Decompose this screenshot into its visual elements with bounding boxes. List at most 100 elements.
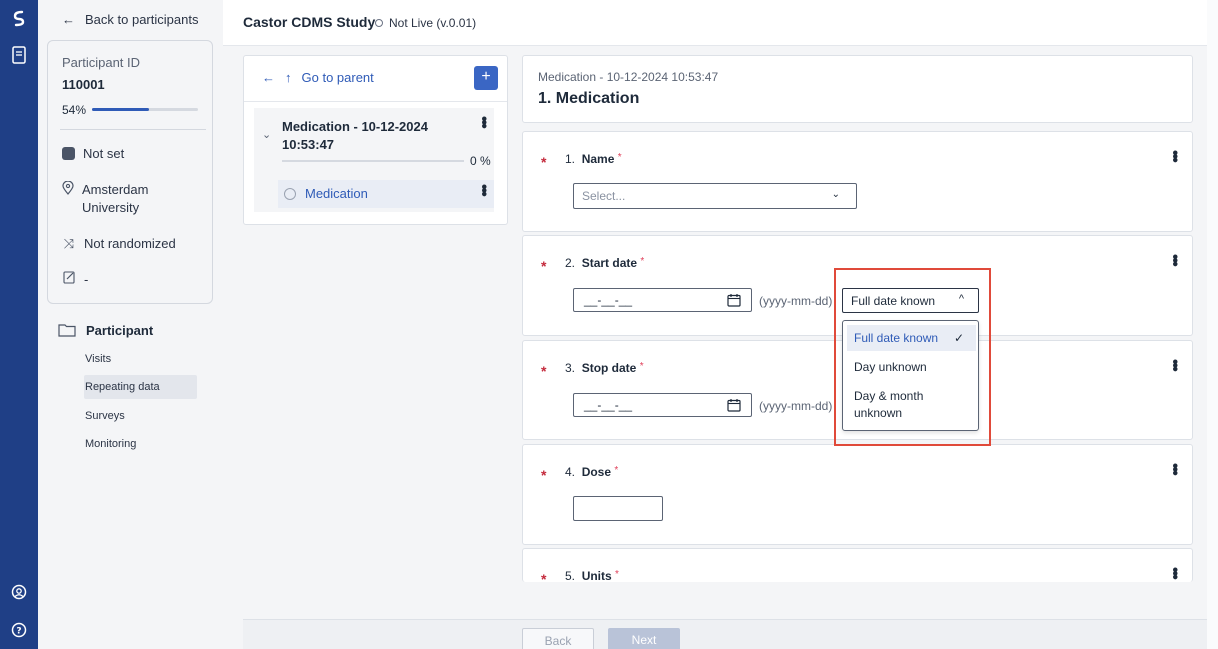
date-value: __-__-__: [584, 398, 633, 412]
more-options-icon[interactable]: •••: [474, 116, 492, 127]
participant-id-value: 110001: [62, 77, 105, 92]
participant-card: Participant ID 110001 54% Not set Amster…: [47, 40, 213, 304]
back-button[interactable]: Back: [522, 628, 594, 649]
castor-logo-icon[interactable]: [9, 8, 29, 28]
date-format-hint: (yyyy-mm-dd): [759, 399, 833, 413]
tree-node-title: Medication - 10-12-2024 10:53:47: [282, 119, 428, 152]
note-label: -: [84, 272, 89, 287]
scrollbar-track[interactable]: [1207, 0, 1218, 649]
site-label: Amsterdam University: [82, 182, 149, 215]
svg-text:?: ?: [16, 627, 21, 637]
dose-input[interactable]: [573, 496, 663, 521]
sidebar: ← Back to participants Participant ID 11…: [38, 0, 223, 649]
status-circle-icon: [284, 188, 296, 200]
tree-child-label: Medication: [305, 186, 368, 201]
more-options-icon[interactable]: •••: [1165, 150, 1183, 161]
study-status: Not Live (v.0.01): [375, 16, 476, 30]
status-row[interactable]: Not set: [62, 145, 124, 163]
field-label: 3. Stop date *: [565, 361, 644, 375]
tree-child-medication[interactable]: Medication •••: [278, 180, 494, 208]
edit-note-icon: [62, 271, 76, 289]
arrow-left-icon: ←: [62, 12, 75, 27]
repeating-data-tree: ← ↑ Go to parent + ⌄ Medication - 10-12-…: [243, 55, 508, 225]
folder-icon: [58, 323, 76, 340]
go-to-parent-link[interactable]: ← ↑ Go to parent: [262, 70, 374, 85]
field-number: 5.: [565, 569, 576, 582]
location-pin-icon: [62, 181, 74, 217]
required-asterisk-icon: *: [541, 467, 547, 483]
scroll-cutoff: [522, 582, 1193, 619]
field-title: Dose: [581, 465, 612, 479]
progress-bar-fill: [92, 108, 150, 111]
nav-item-surveys[interactable]: Surveys: [84, 404, 197, 428]
status-dot-icon: [375, 19, 383, 27]
app-rail: ?: [0, 0, 38, 649]
arrow-up-icon: ↑: [285, 70, 292, 85]
field-label: 1. Name *: [565, 152, 622, 166]
participant-nav-heading[interactable]: Participant: [58, 323, 153, 340]
shuffle-icon: ⤨: [63, 236, 75, 251]
chevron-down-icon[interactable]: ⌄: [262, 128, 271, 141]
field-number: 2.: [565, 256, 576, 270]
user-account-icon[interactable]: [9, 582, 29, 602]
randomization-row: ⤨ Not randomized: [62, 235, 176, 253]
required-mark: *: [640, 256, 645, 267]
highlight-box: [834, 268, 991, 446]
form-footer: Back Next: [243, 619, 1208, 649]
field-title: Name: [581, 152, 615, 166]
field-units: * 5. Units * •••: [522, 548, 1193, 582]
date-value: __-__-__: [584, 293, 633, 307]
divider: [60, 129, 206, 130]
add-repeating-data-button[interactable]: +: [474, 66, 498, 90]
form-header: Medication - 10-12-2024 10:53:47 1. Medi…: [522, 55, 1193, 123]
chevron-down-icon: ⌄: [831, 189, 840, 200]
required-asterisk-icon: *: [541, 571, 547, 582]
next-button[interactable]: Next: [608, 628, 680, 649]
help-icon[interactable]: ?: [9, 620, 29, 640]
field-label: 2. Start date *: [565, 256, 644, 270]
nav-item-visits[interactable]: Visits: [84, 347, 197, 371]
field-label: 4. Dose *: [565, 465, 618, 479]
form-subtitle: Medication - 10-12-2024 10:53:47: [538, 70, 719, 84]
back-to-participants-link[interactable]: ← Back to participants: [62, 12, 198, 27]
more-options-icon[interactable]: •••: [1165, 463, 1183, 474]
top-header: Castor CDMS Study Not Live (v.0.01): [223, 0, 1218, 46]
field-label: 5. Units *: [565, 569, 619, 582]
divider: [244, 101, 507, 102]
required-asterisk-icon: *: [541, 363, 547, 379]
date-format-hint: (yyyy-mm-dd): [759, 294, 833, 308]
calendar-icon[interactable]: [727, 398, 741, 412]
more-options-icon[interactable]: •••: [1165, 359, 1183, 370]
tree-node[interactable]: ⌄ Medication - 10-12-2024 10:53:47 ••• 0…: [254, 108, 494, 212]
field-title: Start date: [581, 256, 638, 270]
progress-bar: [92, 108, 198, 111]
node-progress-bar: [282, 160, 464, 162]
field-title: Stop date: [581, 361, 637, 375]
node-progress-percent: 0 %: [470, 154, 491, 168]
go-to-parent-label: Go to parent: [301, 70, 374, 85]
form-title: 1. Medication: [538, 90, 640, 107]
start-date-input[interactable]: __-__-__: [573, 288, 752, 312]
required-mark: *: [617, 152, 622, 163]
name-select[interactable]: Select... ⌄: [573, 183, 857, 209]
nav-item-monitoring[interactable]: Monitoring: [84, 432, 197, 456]
participant-nav-label: Participant: [86, 323, 154, 338]
field-title: Units: [581, 569, 612, 582]
note-row[interactable]: -: [62, 271, 88, 289]
stop-date-input[interactable]: __-__-__: [573, 393, 752, 417]
calendar-icon[interactable]: [727, 293, 741, 307]
participant-id-label: Participant ID: [62, 55, 141, 70]
back-to-participants-label: Back to participants: [85, 12, 199, 27]
field-name: * 1. Name * ••• Select... ⌄: [522, 131, 1193, 232]
nav-item-repeating-data[interactable]: Repeating data: [84, 375, 197, 399]
field-number: 4.: [565, 465, 576, 479]
required-mark: *: [615, 569, 619, 580]
required-mark: *: [639, 361, 644, 372]
more-options-icon[interactable]: •••: [474, 184, 492, 195]
study-status-label: Not Live (v.0.01): [389, 16, 477, 30]
required-mark: *: [614, 465, 619, 476]
field-dose: * 4. Dose * •••: [522, 444, 1193, 545]
study-book-icon[interactable]: [9, 45, 29, 65]
more-options-icon[interactable]: •••: [1165, 567, 1183, 578]
more-options-icon[interactable]: •••: [1165, 254, 1183, 265]
